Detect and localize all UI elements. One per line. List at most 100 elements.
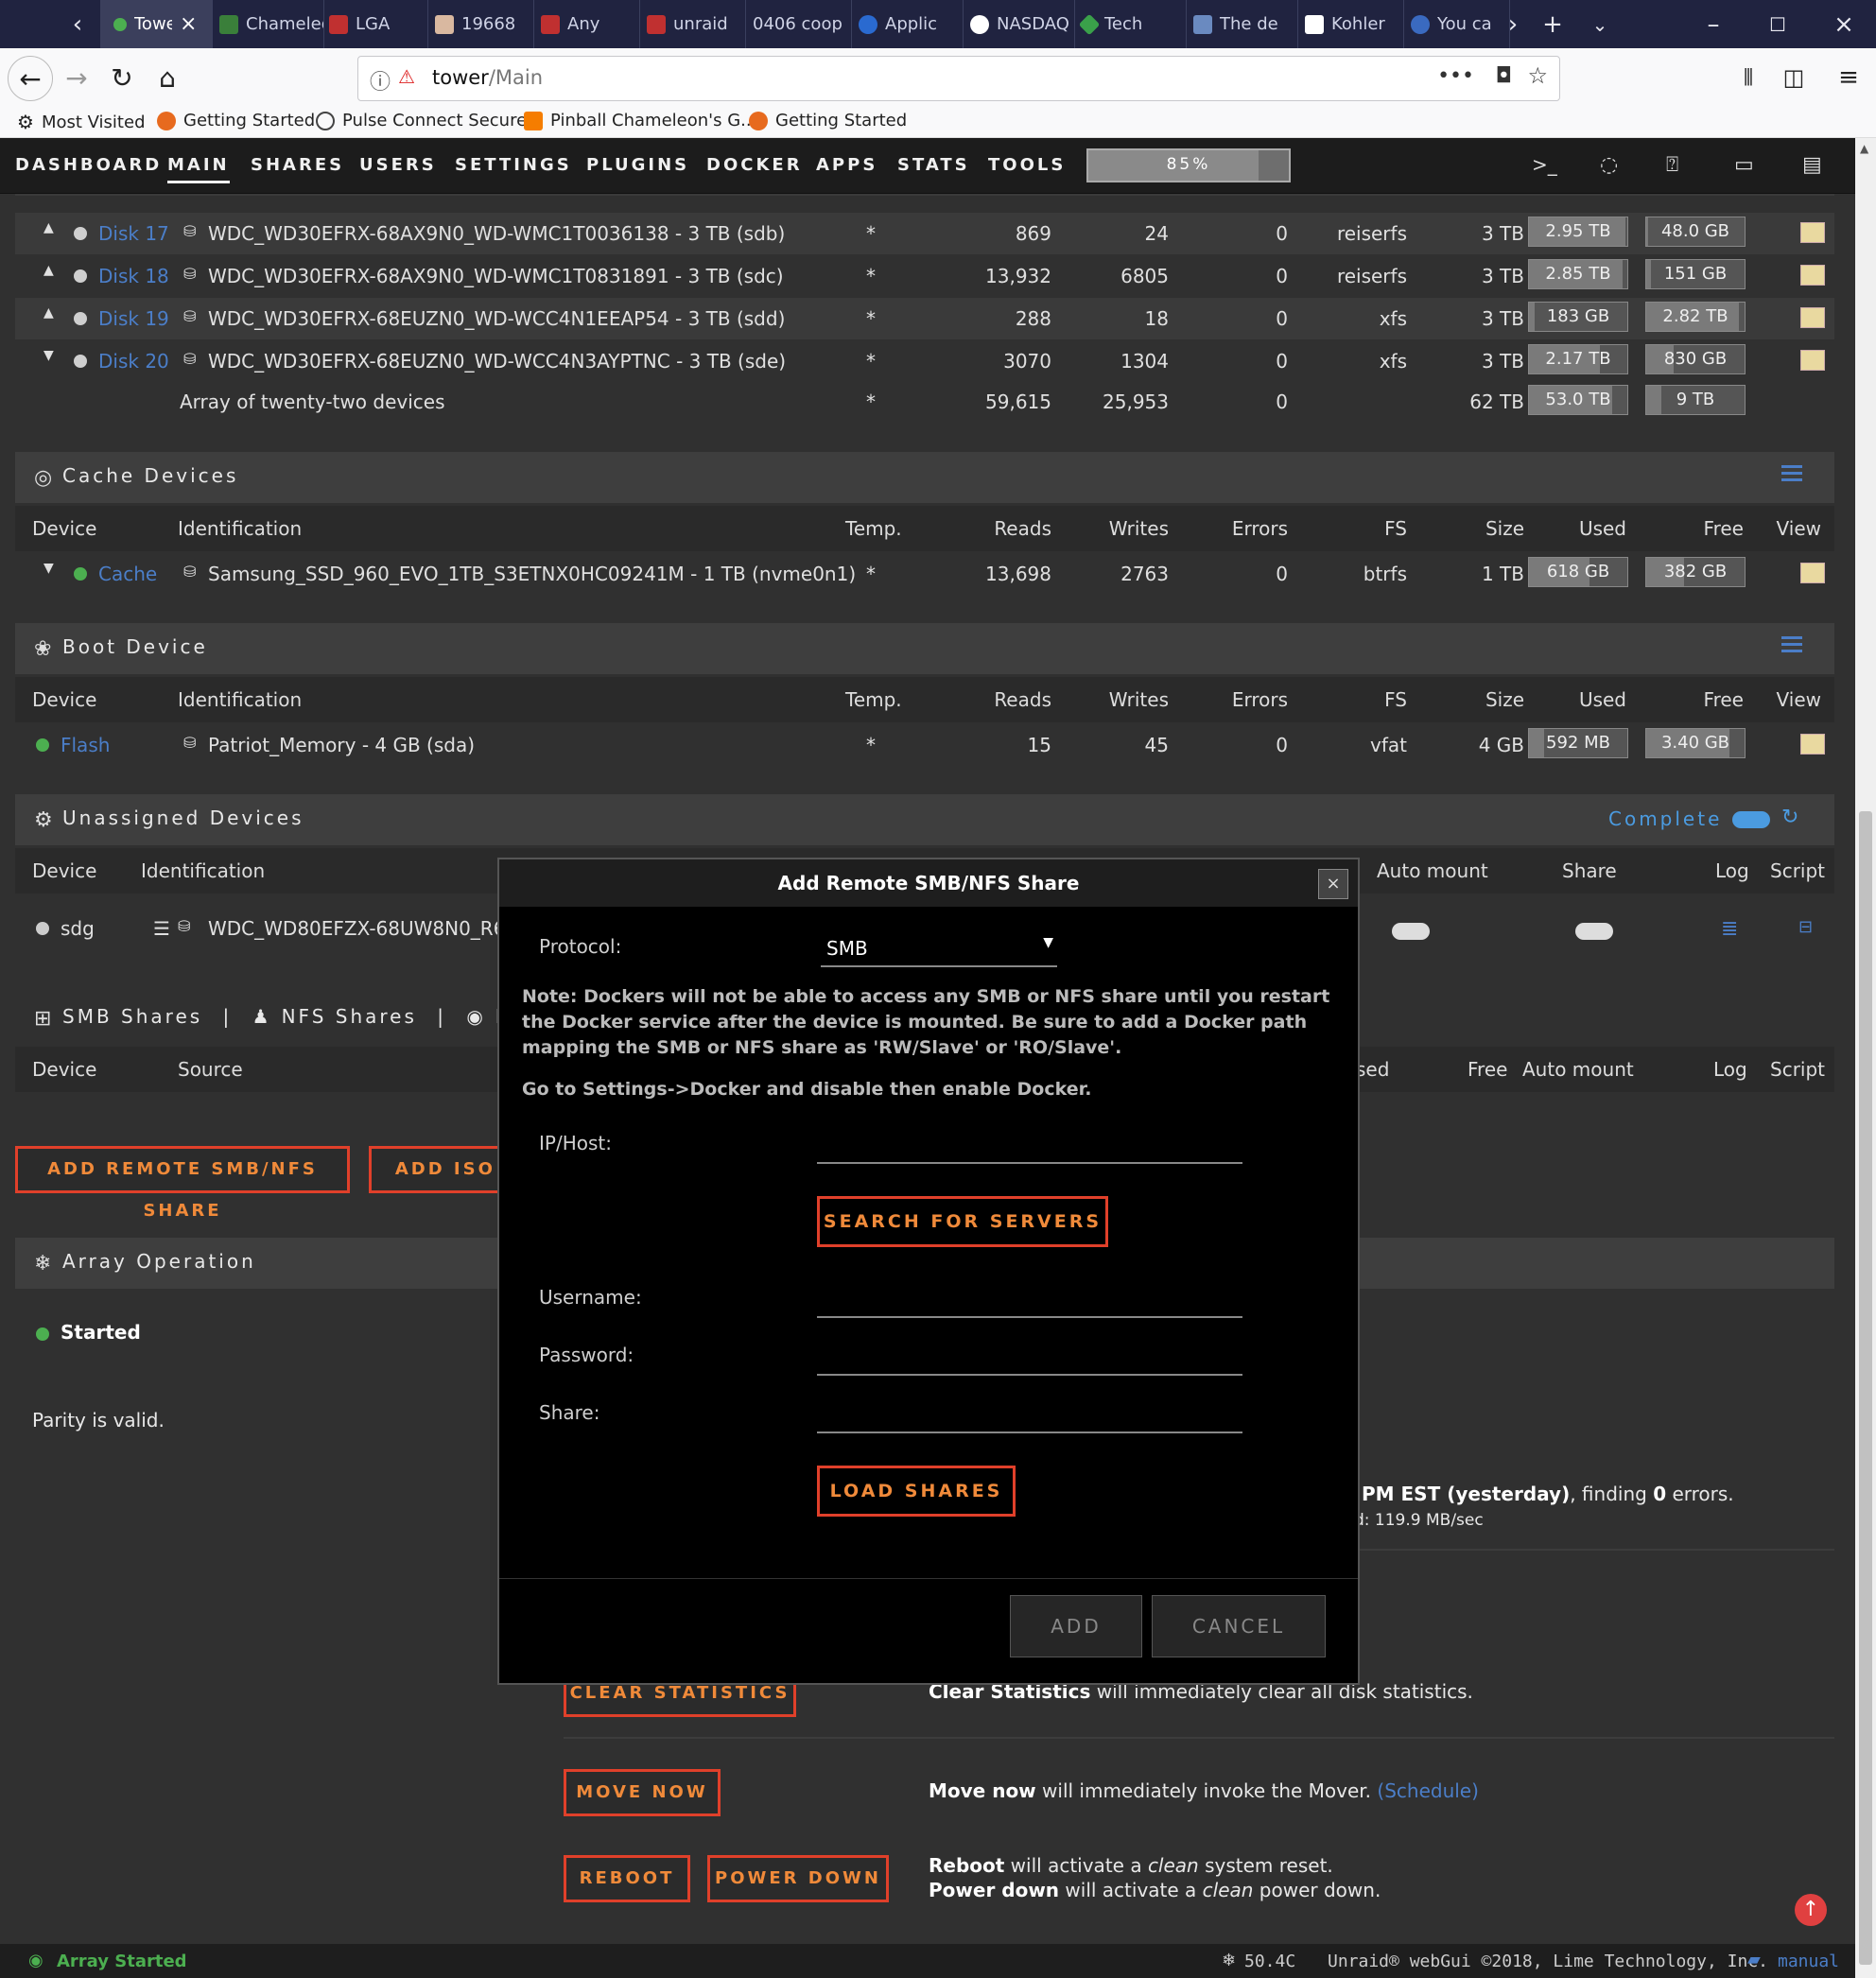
tab-any[interactable]: Any xyxy=(528,0,640,48)
tab-tech[interactable]: Tech xyxy=(1068,0,1187,48)
tab-kohler[interactable]: Kohler xyxy=(1292,0,1404,48)
menu-main[interactable]: MAIN xyxy=(167,155,230,183)
menu-tools[interactable]: TOOLS xyxy=(988,155,1066,175)
collapse-up-arrow-icon[interactable]: ▲ xyxy=(43,220,54,235)
page-scrollbar[interactable]: ▲ xyxy=(1855,138,1876,1978)
bookmark-pulse-connect[interactable]: Pulse Connect Secure xyxy=(316,111,527,130)
list-view-icon[interactable] xyxy=(1781,636,1802,653)
menu-shares[interactable]: SHARES xyxy=(251,155,344,175)
tab-nasdaq[interactable]: NASDAQ xyxy=(957,0,1075,48)
refresh-icon[interactable]: ↻ xyxy=(1781,806,1798,829)
pocket-icon[interactable]: ◘ xyxy=(1496,64,1512,88)
complete-toggle[interactable] xyxy=(1732,811,1770,828)
menu-plugins[interactable]: PLUGINS xyxy=(586,155,689,175)
feedback-icon[interactable]: ◌ xyxy=(1600,153,1618,177)
window-close-icon[interactable]: × xyxy=(1823,0,1865,48)
tab-applic[interactable]: Applic xyxy=(845,0,964,48)
bookmark-getting-started-2[interactable]: Getting Started xyxy=(749,111,907,130)
load-shares-button[interactable]: LOAD SHARES xyxy=(817,1466,1016,1517)
menu-users[interactable]: USERS xyxy=(359,155,437,175)
tab-chameleon[interactable]: Chameleon xyxy=(206,0,324,48)
power-down-button[interactable]: POWER DOWN xyxy=(707,1855,889,1902)
windows-icon: ⊞ xyxy=(34,1007,52,1031)
firefox-icon xyxy=(749,111,768,130)
share-input[interactable] xyxy=(817,1431,1242,1433)
username-input[interactable] xyxy=(817,1316,1242,1318)
bookmark-star-icon[interactable]: ☆ xyxy=(1527,62,1548,89)
bookmark-pinball-chameleon[interactable]: Pinball Chameleon's G... xyxy=(524,111,756,130)
collapse-up-arrow-icon[interactable]: ▲ xyxy=(43,263,54,278)
used-bar: 592 MB xyxy=(1528,728,1628,758)
tab-list-chevron-icon[interactable]: ⌄ xyxy=(1579,0,1621,48)
status-dot xyxy=(74,269,87,283)
add-button[interactable]: ADD xyxy=(1010,1595,1142,1657)
tab-close-icon[interactable]: × xyxy=(180,12,197,36)
dialog-close-icon[interactable]: × xyxy=(1318,869,1348,899)
new-tab-icon[interactable]: + xyxy=(1532,0,1573,48)
terminal-icon[interactable]: >_ xyxy=(1532,153,1557,176)
more-actions-icon[interactable]: ••• xyxy=(1437,64,1474,88)
password-input[interactable] xyxy=(817,1374,1242,1376)
library-icon[interactable]: ⫴ xyxy=(1727,56,1770,99)
scrollbar-thumb[interactable] xyxy=(1859,811,1872,1965)
bookmark-most-visited[interactable]: ⚙ Most Visited xyxy=(17,111,146,133)
list-view-icon[interactable] xyxy=(1781,465,1802,482)
menu-apps[interactable]: APPS xyxy=(816,155,877,175)
blogger-icon xyxy=(524,111,543,130)
forward-arrow-icon[interactable]: → xyxy=(55,56,98,99)
used-bar: 53.0 TB xyxy=(1528,385,1628,415)
maximize-icon[interactable]: ☐ xyxy=(1757,0,1798,48)
cancel-button[interactable]: CANCEL xyxy=(1152,1595,1326,1657)
protocol-select[interactable]: SMB ▼ xyxy=(821,928,1057,967)
reload-icon[interactable]: ↻ xyxy=(100,56,144,99)
log-icon[interactable]: ≣ xyxy=(1721,917,1738,941)
tab-lga[interactable]: LGA xyxy=(316,0,428,48)
help-icon[interactable]: ⍰ xyxy=(1666,153,1678,177)
script-icon[interactable]: ⊟ xyxy=(1798,917,1813,937)
hamburger-menu-icon[interactable]: ≡ xyxy=(1827,56,1870,99)
move-now-button[interactable]: MOVE NOW xyxy=(564,1769,721,1816)
collapse-up-arrow-icon[interactable]: ▲ xyxy=(43,305,54,321)
tab-unraid[interactable]: unraid xyxy=(634,0,746,48)
add-remote-share-button[interactable]: ADD REMOTE SMB/NFS SHARE xyxy=(15,1146,350,1221)
menu-dashboard[interactable]: DASHBOARD xyxy=(15,155,162,175)
collapse-arrow-icon[interactable]: ▼ xyxy=(43,561,54,576)
display-icon[interactable]: ▭ xyxy=(1734,153,1754,177)
bookmark-getting-started[interactable]: Getting Started xyxy=(157,111,315,130)
array-total-row: Array of twenty-two devices * 59,615 25,… xyxy=(15,381,1834,423)
url-bar[interactable]: ⓘ ⚠ tower/Main ••• ◘ ☆ xyxy=(357,56,1560,101)
menu-docker[interactable]: DOCKER xyxy=(706,155,803,175)
minimize-icon[interactable]: – xyxy=(1693,0,1734,48)
back-arrow-icon[interactable]: ← xyxy=(8,56,53,101)
tab-0406-coop[interactable]: 0406 coop xyxy=(739,0,852,48)
reboot-button[interactable]: REBOOT xyxy=(564,1855,690,1902)
tab-the-de[interactable]: The de xyxy=(1180,0,1298,48)
scroll-to-top-icon[interactable]: ↑ xyxy=(1795,1894,1827,1926)
scroll-up-icon[interactable]: ▲ xyxy=(1860,142,1868,155)
sidebar-icon[interactable]: ◫ xyxy=(1772,56,1815,99)
schedule-link[interactable]: (Schedule) xyxy=(1377,1779,1479,1802)
tab-19668[interactable]: 19668 xyxy=(422,0,534,48)
disk-icon: ⛁ xyxy=(178,917,191,935)
home-icon[interactable]: ⌂ xyxy=(146,56,189,99)
share-toggle[interactable] xyxy=(1575,923,1613,940)
expand-down-arrow-icon[interactable]: ▼ xyxy=(43,348,54,363)
menu-stats[interactable]: STATS xyxy=(897,155,970,175)
folder-icon[interactable] xyxy=(1800,350,1825,371)
divider xyxy=(564,1737,1834,1739)
tab-tower-main[interactable]: Tower/Main × xyxy=(100,0,213,48)
folder-icon[interactable] xyxy=(1800,222,1825,243)
folder-icon[interactable] xyxy=(1800,265,1825,286)
info-icon[interactable]: ⓘ xyxy=(370,65,391,95)
folder-icon[interactable] xyxy=(1800,307,1825,328)
log-icon[interactable]: ▤ xyxy=(1802,153,1822,177)
folder-icon[interactable] xyxy=(1800,563,1825,583)
auto-mount-toggle[interactable] xyxy=(1392,923,1430,940)
tab-scroll-left-icon[interactable]: ‹ xyxy=(57,0,98,48)
menu-settings[interactable]: SETTINGS xyxy=(455,155,572,175)
tab-scroll-right-icon[interactable]: › xyxy=(1492,0,1534,48)
free-bar: 382 GB xyxy=(1645,557,1746,587)
search-for-servers-button[interactable]: SEARCH FOR SERVERS xyxy=(817,1196,1108,1247)
ip-host-input[interactable] xyxy=(817,1162,1242,1164)
folder-icon[interactable] xyxy=(1800,734,1825,755)
